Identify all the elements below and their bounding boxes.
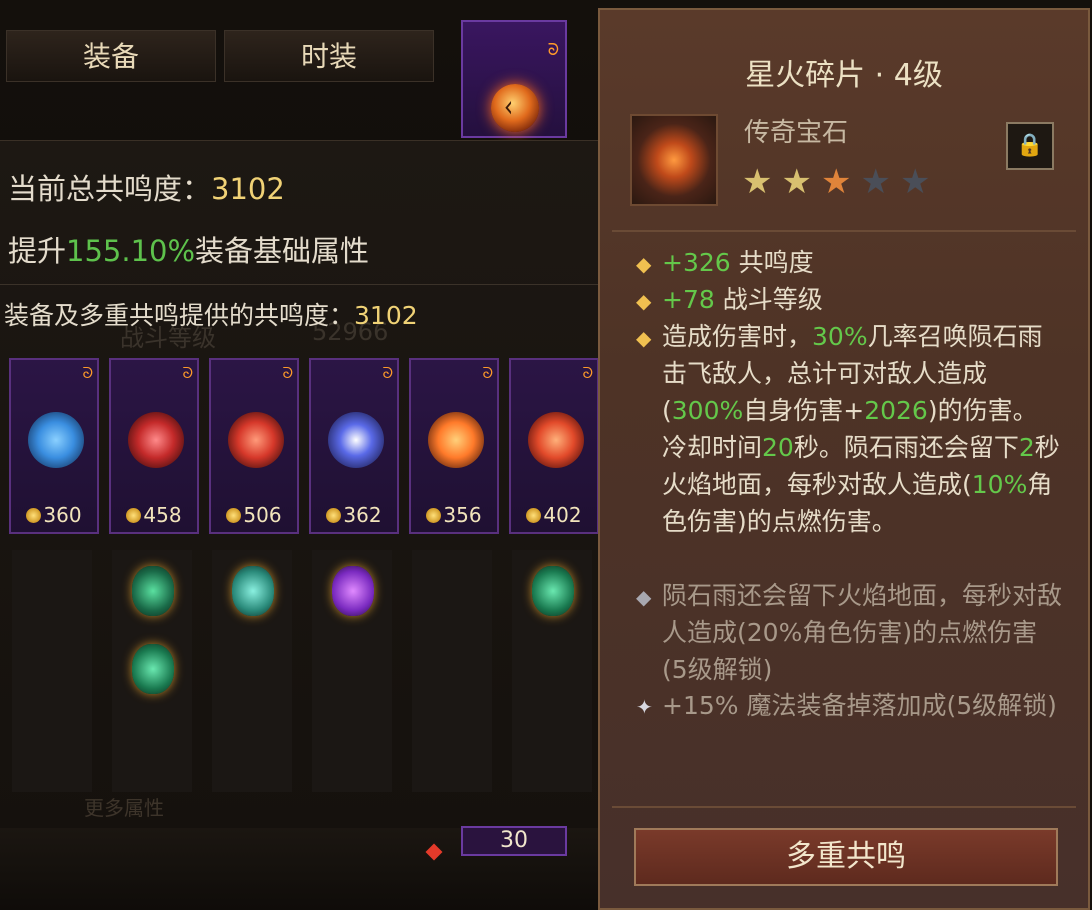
gem-icon xyxy=(228,412,284,468)
aquamarine-gem-icon[interactable] xyxy=(232,566,274,616)
diamond-bullet-icon: ◆ xyxy=(636,252,652,276)
resonance-icon: ᘐ xyxy=(547,40,559,59)
diamond-bullet-icon: ◆ xyxy=(636,326,652,350)
attr-resonance: +326 共鸣度 xyxy=(662,244,1062,281)
coin-icon xyxy=(226,508,242,523)
gem-title: 星火碎片 · 4级 xyxy=(745,58,943,93)
card-cost-value: 458 xyxy=(143,503,182,527)
total-resonance-row: 当前总共鸣度：3102 xyxy=(8,166,285,208)
equipment-card[interactable]: ᘐ 402 xyxy=(509,358,599,534)
tab-fashion[interactable]: 时装 xyxy=(224,30,434,82)
starfire-shard-icon xyxy=(630,114,718,206)
attr-resonance-value: +326 xyxy=(662,248,731,277)
socket-column xyxy=(312,550,392,792)
socket-column xyxy=(212,550,292,792)
sparkle-bullet-icon: ✦ xyxy=(636,695,653,719)
gem-tooltip: 星火碎片 · 4级 传奇宝石 🔒 ★ ★ ★ ★ ★ ◆ +326 共鸣度 ◆ +78 … xyxy=(598,8,1090,910)
card-cost-value: 356 xyxy=(443,503,482,527)
total-resonance-value: 3102 xyxy=(211,172,285,206)
provided-label: 装备及多重共鸣提供的共鸣度： xyxy=(4,301,355,330)
diamond-bullet-icon: ◆ xyxy=(636,289,652,313)
total-resonance-label: 当前总共鸣度： xyxy=(8,172,212,206)
divider xyxy=(0,284,598,285)
equipment-card[interactable]: ᘐ 506 xyxy=(209,358,299,534)
provided-resonance-row: 装备及多重共鸣提供的共鸣度：3102 xyxy=(4,296,418,332)
gem-icon xyxy=(328,412,384,468)
card-cost: 362 xyxy=(311,503,397,527)
card-cost: 458 xyxy=(111,503,197,527)
star-icon: ★ xyxy=(820,162,852,202)
resonance-icon: ᘐ xyxy=(182,364,193,382)
legendary-gem-slot[interactable]: ᘐ ᚲ xyxy=(461,20,567,138)
boost-suffix: 装备基础属性 xyxy=(195,234,370,268)
attr-combat-value: +78 xyxy=(662,285,715,314)
boost-prefix: 提升 xyxy=(8,234,67,268)
coin-icon xyxy=(526,508,542,523)
lock-icon[interactable]: 🔒 xyxy=(1006,122,1054,170)
equipment-card[interactable]: ᘐ 362 xyxy=(309,358,399,534)
boost-percent: 155.10% xyxy=(66,234,196,268)
card-cost: 402 xyxy=(511,503,597,527)
card-cost: 356 xyxy=(411,503,497,527)
level-badge: 30 xyxy=(461,826,567,856)
attr-locked-2: +15% 魔法装备掉落加成(5级解锁) xyxy=(662,691,1057,720)
gem-icon xyxy=(128,412,184,468)
resonance-icon: ᘐ xyxy=(482,364,493,382)
star-icon: ★ xyxy=(781,162,812,202)
equipment-card[interactable]: ᘐ 458 xyxy=(109,358,199,534)
attr-effect: 造成伤害时，30%几率召唤陨石雨击飞敌人，总计可对敌人造成(300%自身伤害+2… xyxy=(662,322,1060,536)
star-icon: ★ xyxy=(860,162,891,202)
socket-column xyxy=(112,550,192,792)
boost-row: 提升155.10%装备基础属性 xyxy=(8,228,369,270)
card-cost: 506 xyxy=(211,503,297,527)
emerald-gem-icon[interactable] xyxy=(132,566,174,616)
provided-value: 3102 xyxy=(354,301,418,330)
card-cost-value: 506 xyxy=(243,503,282,527)
diamond-bullet-locked-icon: ◆ xyxy=(636,585,652,609)
resonance-icon: ᘐ xyxy=(382,364,393,382)
socket-column xyxy=(12,550,92,792)
divider xyxy=(612,806,1076,808)
gem-icon xyxy=(28,412,84,468)
attr-combat-label: 战斗等级 xyxy=(714,285,823,314)
more-attributes-link[interactable]: 更多属性 xyxy=(84,792,164,821)
amethyst-gem-icon[interactable] xyxy=(332,566,374,616)
attr-combat-level: +78 战斗等级 xyxy=(662,281,1062,318)
equipment-card[interactable]: ᘐ 360 xyxy=(9,358,99,534)
card-cost-value: 402 xyxy=(543,503,582,527)
socket-column xyxy=(512,550,592,792)
rune-icon: ᚲ xyxy=(501,94,516,122)
card-cost-value: 362 xyxy=(343,503,382,527)
star-icon: ★ xyxy=(899,162,931,202)
coin-icon xyxy=(126,508,142,523)
gem-type-label: 传奇宝石 xyxy=(744,118,849,148)
socket-column xyxy=(412,550,492,792)
coin-icon xyxy=(426,508,442,523)
gem-icon xyxy=(528,412,584,468)
star-icon: ★ xyxy=(742,162,773,202)
divider xyxy=(612,230,1076,232)
resonance-icon: ᘐ xyxy=(582,364,593,382)
card-cost-value: 360 xyxy=(43,503,82,527)
tab-equipment[interactable]: 装备 xyxy=(6,30,216,82)
emerald-gem-icon[interactable] xyxy=(532,566,574,616)
attr-locked-1: 陨石雨还会留下火焰地面，每秒对敌人造成(20%角色伤害)的点燃伤害(5级解锁) xyxy=(662,581,1063,684)
multi-resonance-button[interactable]: 多重共鸣 xyxy=(634,828,1058,886)
equipment-card[interactable]: ᘐ 356 xyxy=(409,358,499,534)
gem-icon xyxy=(428,412,484,468)
coin-icon xyxy=(326,508,342,523)
card-cost: 360 xyxy=(11,503,97,527)
emerald-gem-icon[interactable] xyxy=(132,644,174,694)
attr-resonance-label: 共鸣度 xyxy=(730,248,814,277)
star-rating: ★ ★ ★ ★ ★ xyxy=(742,162,939,202)
coin-icon xyxy=(26,508,42,523)
resonance-icon: ᘐ xyxy=(82,364,93,382)
resonance-icon: ᘐ xyxy=(282,364,293,382)
